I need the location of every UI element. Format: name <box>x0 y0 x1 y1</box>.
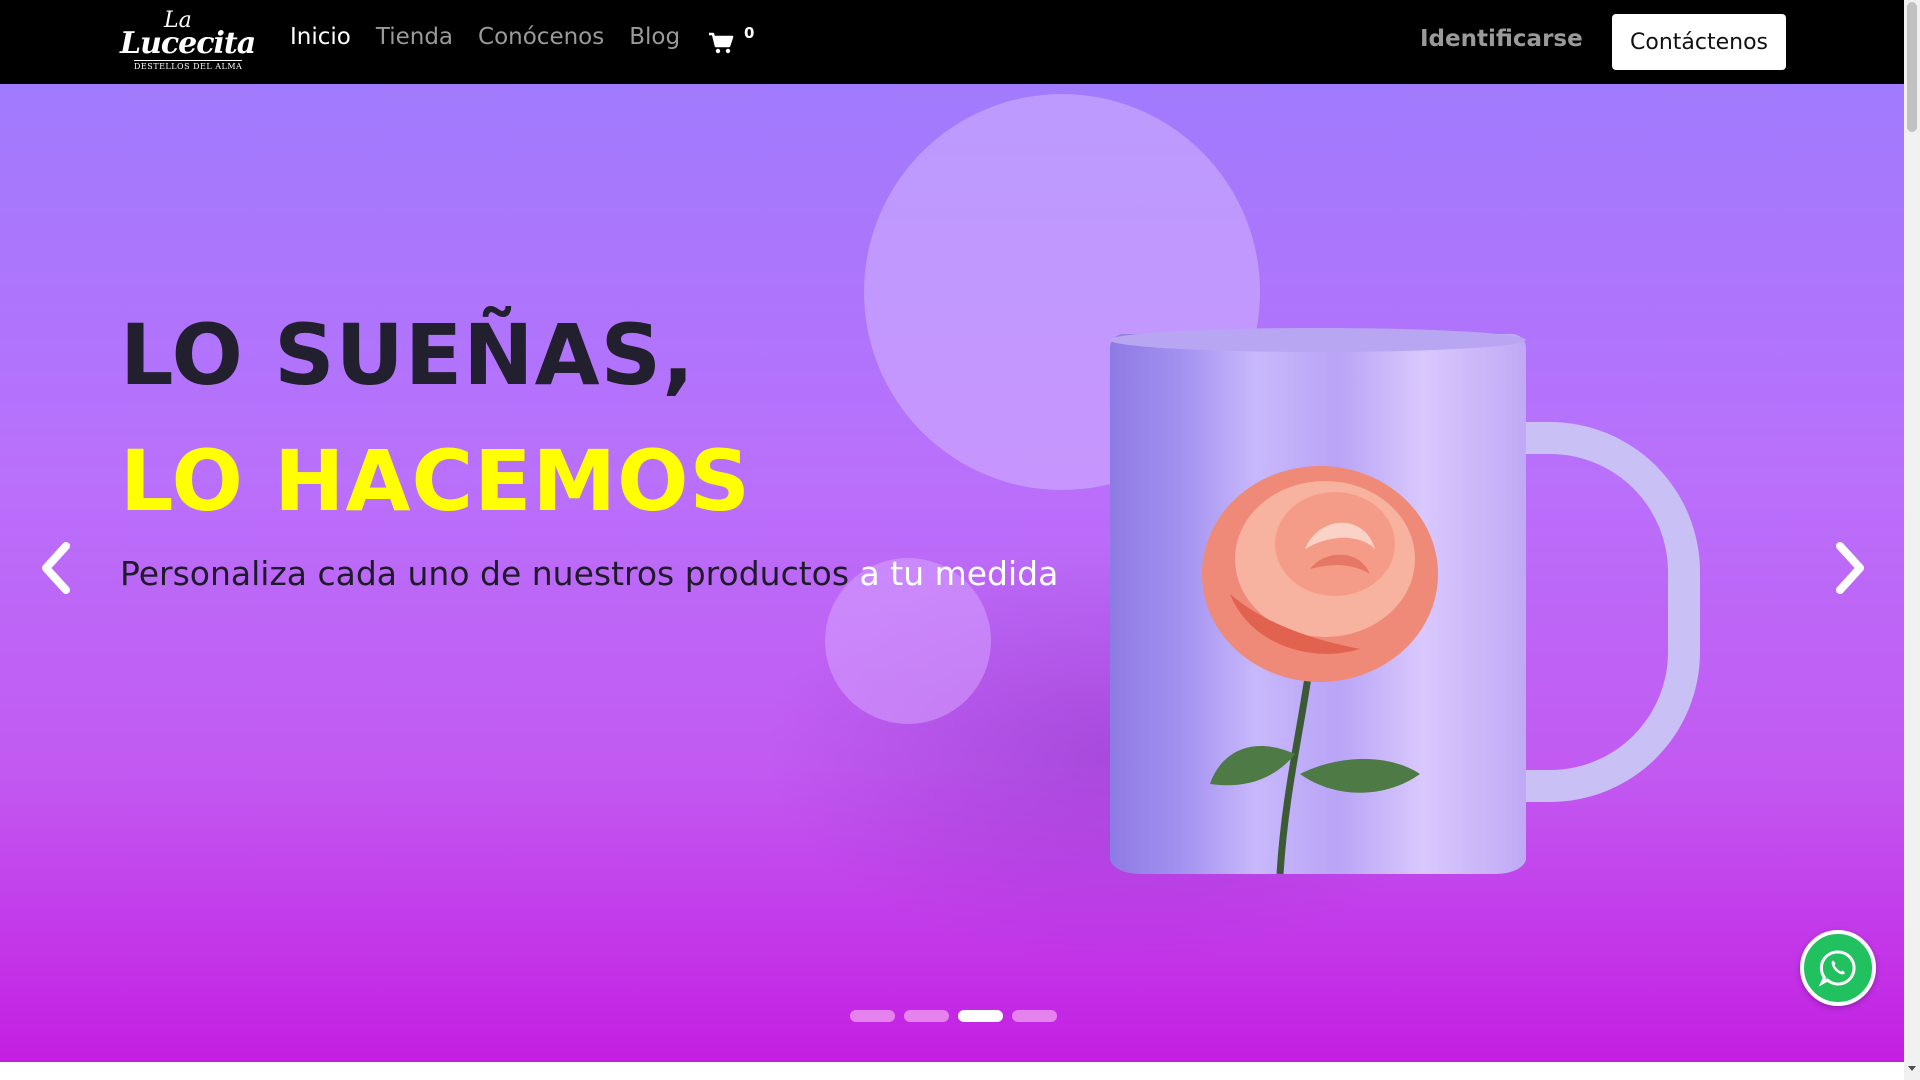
carousel-indicator-1[interactable] <box>850 1010 895 1022</box>
carousel-next-button[interactable] <box>1830 540 1870 596</box>
main-nav: Inicio Tienda Conócenos Blog <box>290 24 680 50</box>
scrollbar-thumb[interactable] <box>1907 2 1917 132</box>
top-navbar: La Lucecita DESTELLOS DEL ALMA Inicio Ti… <box>0 0 1904 84</box>
carousel-indicator-3[interactable] <box>958 1010 1003 1022</box>
hero-subtitle: Personaliza cada uno de nuestros product… <box>120 554 1058 593</box>
mug-rim <box>1110 328 1526 352</box>
carousel-prev-button[interactable] <box>36 540 76 596</box>
logo-tagline: DESTELLOS DEL ALMA <box>134 60 243 71</box>
brand-logo[interactable]: La Lucecita DESTELLOS DEL ALMA <box>118 8 256 74</box>
contact-button[interactable]: Contáctenos <box>1612 14 1786 70</box>
mug-handle <box>1500 422 1700 802</box>
hero-headline-primary: LO SUEÑAS, <box>120 306 695 404</box>
hero-carousel: LO SUEÑAS, LO HACEMOS Personaliza cada u… <box>0 84 1904 1062</box>
hero-headline-accent: LO HACEMOS <box>120 432 752 530</box>
chevron-right-icon <box>1836 542 1864 594</box>
page-scrollbar[interactable] <box>1904 0 1920 1080</box>
nav-link-tienda[interactable]: Tienda <box>376 24 453 50</box>
carousel-indicator-2[interactable] <box>904 1010 949 1022</box>
login-link[interactable]: Identificarse <box>1420 26 1583 52</box>
cart-button[interactable]: 0 <box>708 24 758 62</box>
chevron-left-icon <box>42 542 70 594</box>
cart-count-badge: 0 <box>744 24 755 42</box>
nav-link-inicio[interactable]: Inicio <box>290 24 351 50</box>
shopping-cart-icon <box>709 32 734 54</box>
nav-link-blog[interactable]: Blog <box>629 24 680 50</box>
logo-main-text: Lucecita <box>120 26 256 61</box>
rose-icon <box>1202 466 1438 874</box>
carousel-indicator-4[interactable] <box>1012 1010 1057 1022</box>
nav-link-conocenos[interactable]: Conócenos <box>478 24 604 50</box>
mug-body <box>1110 334 1526 874</box>
mug-product-image <box>1110 328 1710 974</box>
carousel-indicators <box>850 1010 1057 1022</box>
hero-subtitle-highlight: a tu medida <box>859 554 1059 593</box>
scroll-down-icon[interactable] <box>1908 1066 1916 1071</box>
whatsapp-icon <box>1818 950 1856 987</box>
hero-subtitle-main: Personaliza cada uno de nuestros product… <box>120 554 850 593</box>
whatsapp-button[interactable] <box>1800 930 1876 1006</box>
